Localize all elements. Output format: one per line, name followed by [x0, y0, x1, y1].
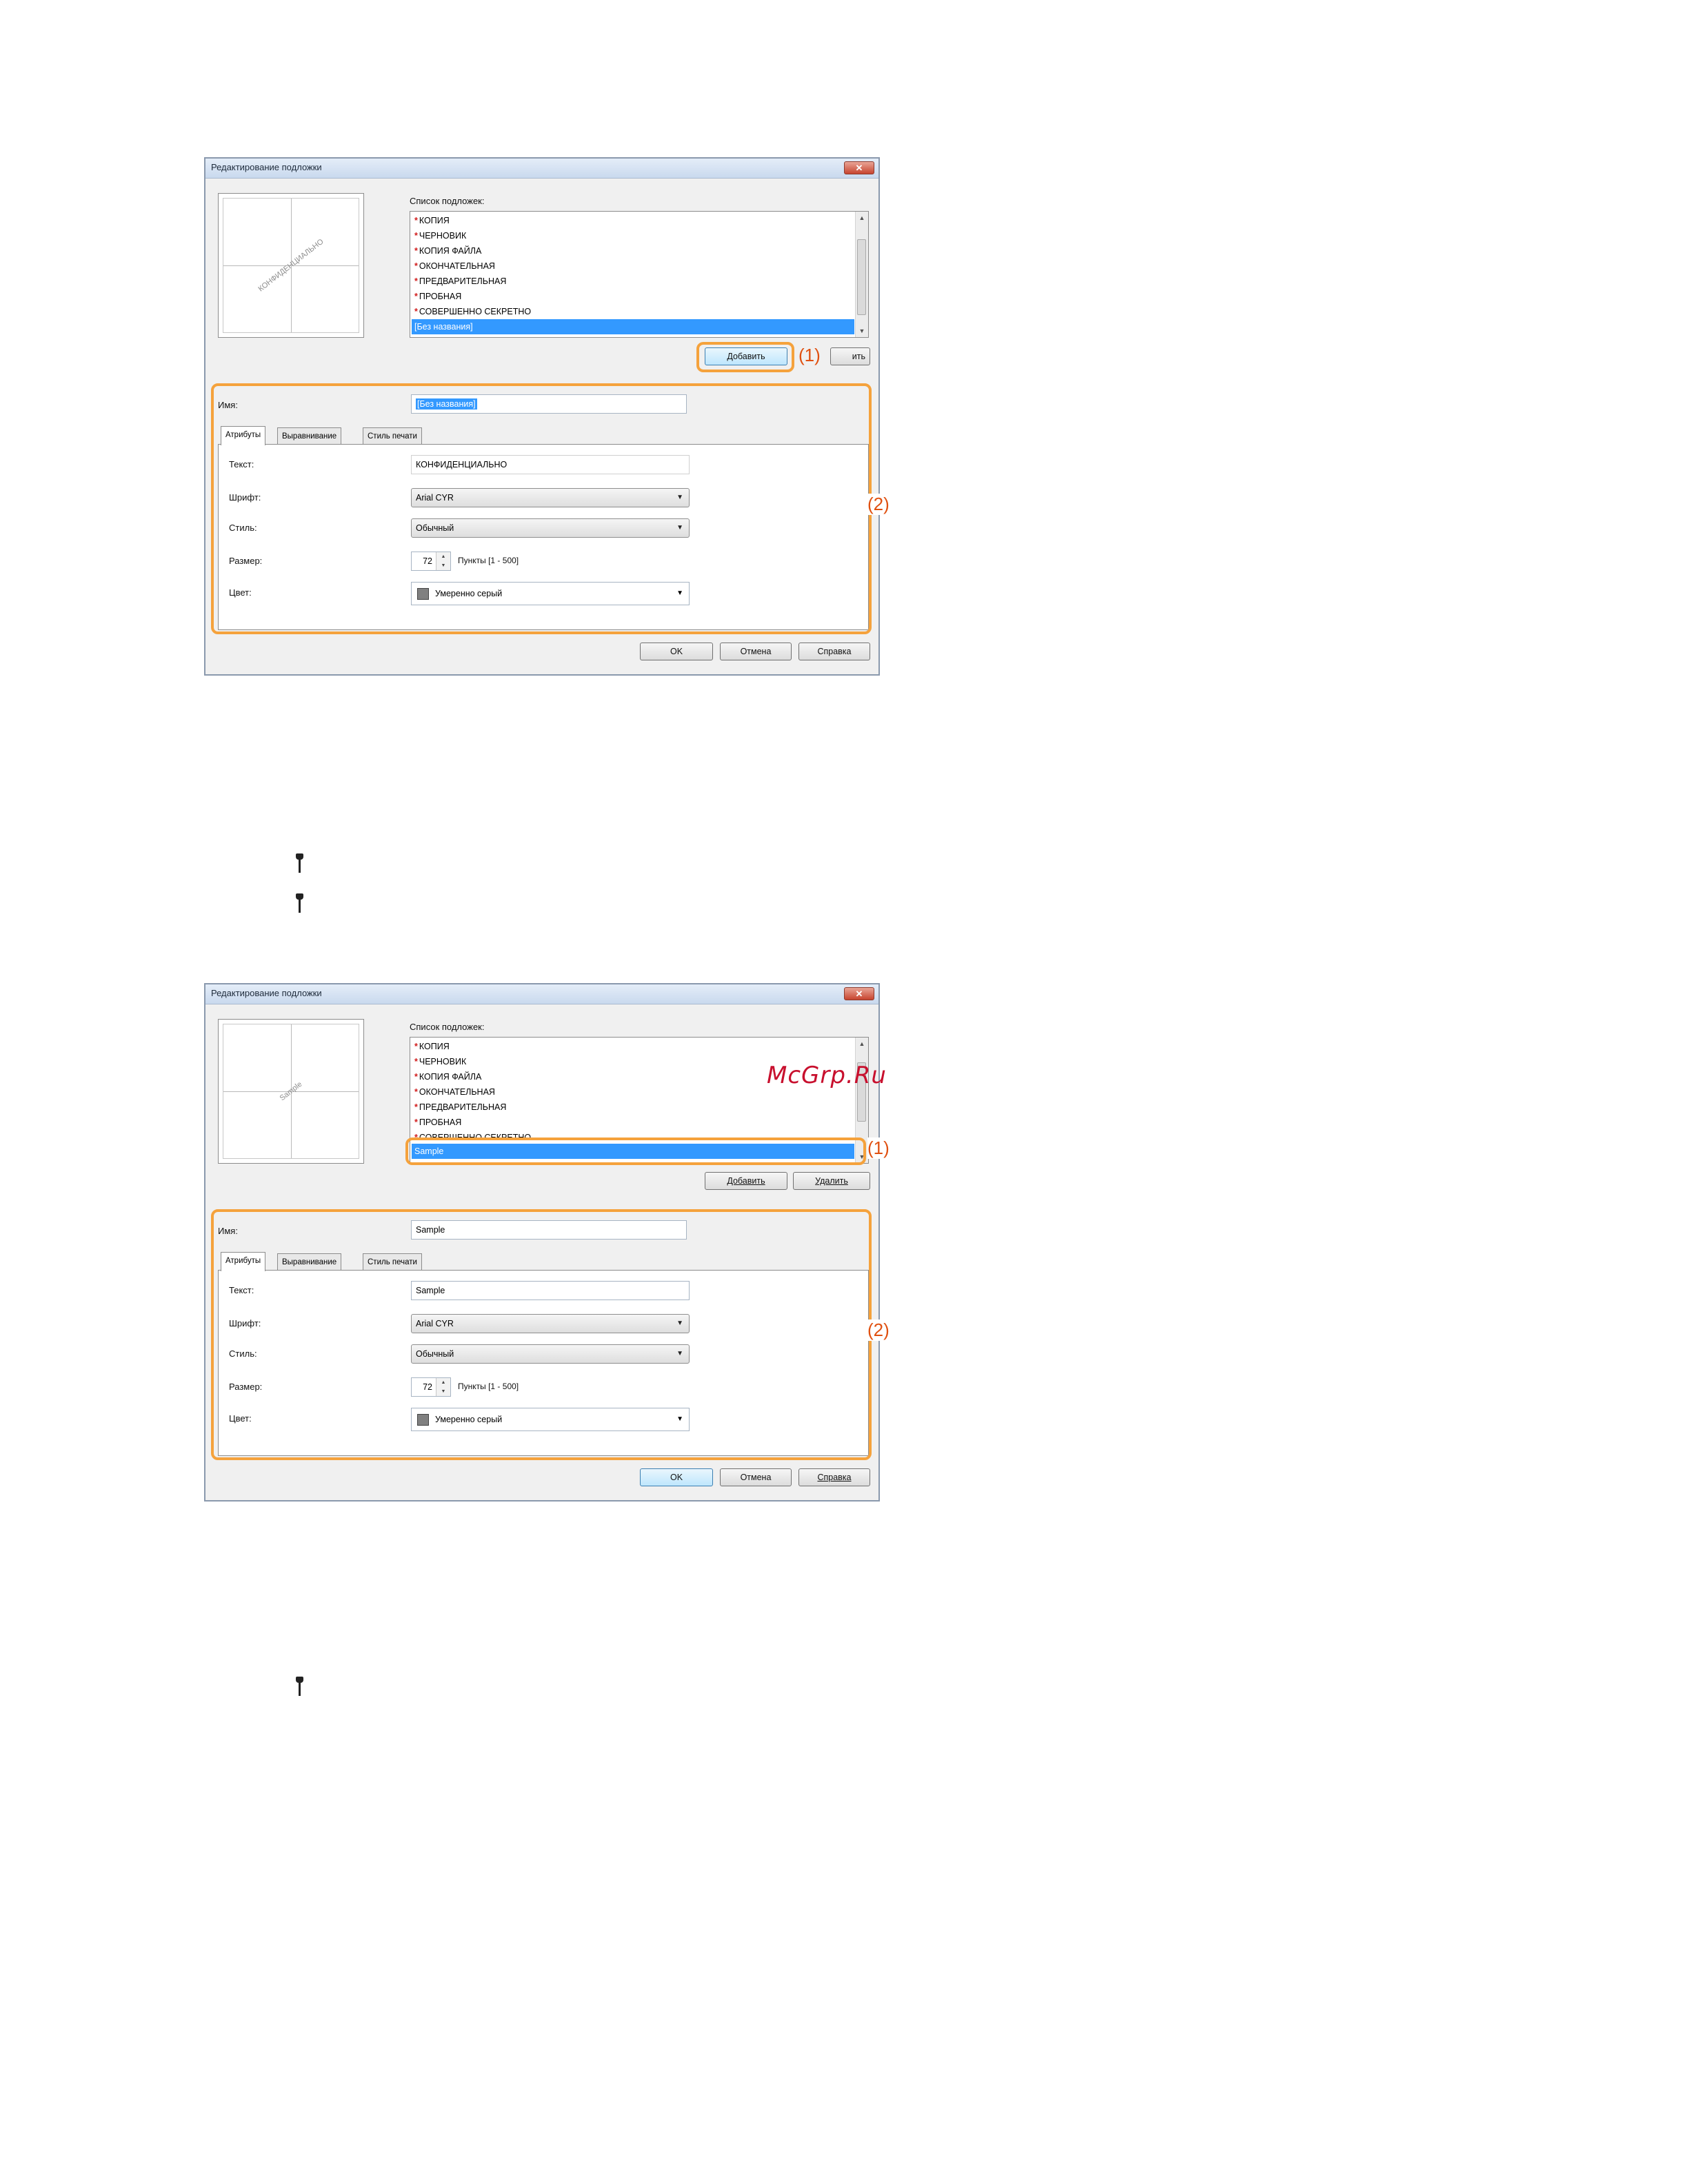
highlight-attributes	[211, 1209, 872, 1460]
dialog-titlebar: Редактирование подложки ✕	[205, 984, 878, 1004]
dialog-title: Редактирование подложки	[211, 988, 322, 998]
list-item[interactable]: * ЧЕРНОВИК	[412, 228, 854, 243]
list-scrollbar[interactable]: ▲ ▼	[855, 212, 868, 337]
watermark-list-label: Список подложек:	[410, 1022, 485, 1032]
watermark-edit-dialog-1: Редактирование подложки ✕ КОНФИДЕНЦИАЛЬН…	[204, 157, 890, 676]
list-item[interactable]: * КОПИЯ	[412, 213, 854, 228]
help-button[interactable]: Справка	[798, 643, 870, 660]
list-item[interactable]: * ПРОБНАЯ	[412, 289, 854, 304]
scroll-up-icon[interactable]: ▲	[856, 1038, 868, 1050]
watermark-preview: Sample	[218, 1019, 364, 1164]
callout-2: (2)	[867, 494, 890, 515]
ok-button[interactable]: OK	[640, 1468, 713, 1486]
watermark-edit-dialog-2: Редактирование подложки ✕ Sample Список …	[204, 983, 890, 1502]
list-item[interactable]: * ОКОНЧАТЕЛЬНАЯ	[412, 259, 854, 274]
scroll-thumb[interactable]	[857, 239, 866, 315]
highlight-selected-item	[405, 1138, 866, 1165]
list-item[interactable]: * КОПИЯ	[412, 1039, 854, 1054]
list-item[interactable]: * ПРОБНАЯ	[412, 1115, 854, 1130]
callout-1: (1)	[867, 1138, 890, 1159]
dialog-titlebar: Редактирование подложки ✕	[205, 159, 878, 179]
list-item[interactable]: * КОПИЯ ФАЙЛА	[412, 243, 854, 259]
list-item[interactable]: * СОВЕРШЕННО СЕКРЕТНО	[412, 304, 854, 319]
watermark-list-label: Список подложек:	[410, 196, 485, 206]
ok-button[interactable]: OK	[640, 643, 713, 660]
scroll-up-icon[interactable]: ▲	[856, 212, 868, 224]
bullet-icon	[292, 853, 309, 881]
callout-2: (2)	[867, 1320, 890, 1341]
callout-1: (1)	[798, 345, 821, 366]
add-button[interactable]: Добавить	[705, 1172, 787, 1190]
tab-attributes[interactable]: Атрибуты	[221, 1252, 266, 1271]
highlight-add-button	[696, 342, 794, 372]
cancel-button[interactable]: Отмена	[720, 643, 792, 660]
watermark-list[interactable]: * КОПИЯ * ЧЕРНОВИК * КОПИЯ ФАЙЛА * ОКОНЧАТЕЛ…	[410, 211, 869, 338]
delete-button[interactable]: ить	[830, 347, 870, 365]
list-item-selected[interactable]: [Без названия]	[412, 319, 854, 334]
site-watermark: McGrp.Ru	[767, 1062, 887, 1089]
close-icon[interactable]: ✕	[844, 161, 874, 174]
bullet-icon	[292, 1677, 309, 1704]
cancel-button[interactable]: Отмена	[720, 1468, 792, 1486]
close-icon[interactable]: ✕	[844, 987, 874, 1000]
help-button[interactable]: Справка	[798, 1468, 870, 1486]
watermark-preview: КОНФИДЕНЦИАЛЬНО	[218, 193, 364, 338]
dialog-title: Редактирование подложки	[211, 162, 322, 172]
highlight-attributes	[211, 383, 872, 634]
bullet-icon	[292, 893, 309, 921]
delete-button[interactable]: Удалить	[793, 1172, 870, 1190]
list-item[interactable]: * ПРЕДВАРИТЕЛЬНАЯ	[412, 1100, 854, 1115]
scroll-down-icon[interactable]: ▼	[856, 325, 868, 337]
tab-attributes[interactable]: Атрибуты	[221, 426, 266, 445]
list-item[interactable]: * ПРЕДВАРИТЕЛЬНАЯ	[412, 274, 854, 289]
